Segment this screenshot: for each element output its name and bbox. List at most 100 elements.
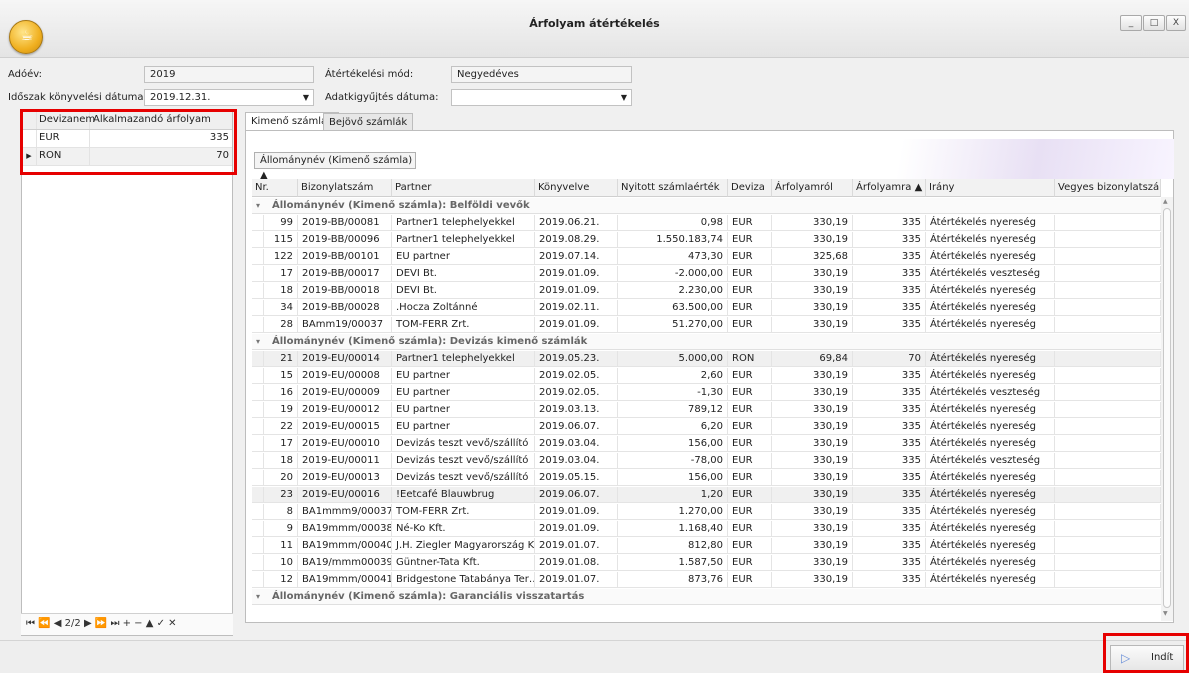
period-date-dropdown[interactable]: 2019.12.31. ▼ xyxy=(144,89,314,106)
table-cell: Partner1 telephelyekkel xyxy=(392,215,535,231)
group-title: Állománynév (Kimenő számla): Garanciális… xyxy=(272,591,585,602)
table-cell xyxy=(1055,470,1161,486)
table-cell: EU partner xyxy=(392,249,535,265)
table-cell: Átértékelés nyereség xyxy=(926,402,1055,418)
table-row[interactable]: 21 2019-EU/00014 Partner1 telephelyekkel 20… xyxy=(252,351,1161,367)
table-cell xyxy=(1055,351,1161,367)
table-cell: DEVI Bt. xyxy=(392,283,535,299)
row-indicator xyxy=(252,538,264,554)
column-header[interactable]: Irány xyxy=(926,179,1055,197)
grid-navigator[interactable]: ⏮ ⏪ ◀ 2/2 ▶ ⏩ ⏭ + − ▲ ✓ ✕ xyxy=(21,613,233,635)
row-indicator xyxy=(252,283,264,299)
table-cell: Átértékelés nyereség xyxy=(926,232,1055,248)
table-row[interactable]: 9 BA19mmm/00038 Né-Ko Kft. 2019.01.09. 1.168… xyxy=(252,521,1161,537)
table-cell: 330,19 xyxy=(772,419,853,435)
table-cell: 335 xyxy=(853,249,926,265)
table-cell: 2019.07.14. xyxy=(535,249,618,265)
group-row[interactable]: ▾ Állománynév (Kimenő számla): Garanciáli… xyxy=(252,589,1161,605)
table-row[interactable]: 10 BA19/mmm00039 Güntner-Tata Kft. 2019.01.… xyxy=(252,555,1161,571)
table-row[interactable]: 122 2019-BB/00101 EU partner 2019.07.14. 473… xyxy=(252,249,1161,265)
minimize-button[interactable]: _ xyxy=(1120,15,1142,31)
table-cell: Átértékelés nyereség xyxy=(926,300,1055,316)
table-cell xyxy=(1055,385,1161,401)
table-cell: 2019-EU/00011 xyxy=(298,453,392,469)
tab-incoming[interactable]: Bejövő számlák xyxy=(323,113,414,131)
table-cell: 335 xyxy=(853,266,926,282)
table-row[interactable]: 8 BA1mmm9/00037 TOM-FERR Zrt. 2019.01.09. 1.… xyxy=(252,504,1161,520)
table-row[interactable]: 17 2019-EU/00010 Devizás teszt vevő/szállí… xyxy=(252,436,1161,452)
table-cell: BA19mmm/00038 xyxy=(298,521,392,537)
row-indicator xyxy=(252,572,264,588)
table-cell: 156,00 xyxy=(618,436,728,452)
table-cell: 99 xyxy=(264,215,298,231)
table-cell: 335 xyxy=(853,215,926,231)
year-field[interactable]: 2019 xyxy=(144,66,314,83)
table-row[interactable]: 17 2019-BB/00017 DEVI Bt. 2019.01.09. -2.000… xyxy=(252,266,1161,282)
table-row[interactable]: 11 BA19mmm/00040 J.H. Ziegler Magyarország… xyxy=(252,538,1161,554)
table-cell: Güntner-Tata Kft. xyxy=(392,555,535,571)
table-cell: 473,30 xyxy=(618,249,728,265)
close-button[interactable]: X xyxy=(1166,15,1186,31)
scroll-up-icon[interactable]: ▲ xyxy=(1163,198,1168,205)
table-row[interactable]: 18 2019-EU/00011 Devizás teszt vevő/szállí… xyxy=(252,453,1161,469)
table-cell: 812,80 xyxy=(618,538,728,554)
table-cell: 28 xyxy=(264,317,298,333)
table-cell: 330,19 xyxy=(772,317,853,333)
column-header[interactable]: Nr. xyxy=(252,179,298,197)
table-cell: Partner1 telephelyekkel xyxy=(392,351,535,367)
table-cell: 1.587,50 xyxy=(618,555,728,571)
table-row[interactable]: 28 BAmm19/00037 TOM-FERR Zrt. 2019.01.09. 51… xyxy=(252,317,1161,333)
column-header[interactable]: Árfolyamról xyxy=(772,179,853,197)
column-header[interactable]: Nyitott számlaérték xyxy=(618,179,728,197)
table-cell xyxy=(1055,538,1161,554)
table-cell: 2019-BB/00096 xyxy=(298,232,392,248)
group-by-chip[interactable]: Állománynév (Kimenő számla) ▲ xyxy=(254,152,416,181)
table-row[interactable]: 23 2019-EU/00016 !Eetcafé Blauwbrug 2019.06… xyxy=(252,487,1161,503)
table-row[interactable]: 16 2019-EU/00009 EU partner 2019.02.05. -1,3… xyxy=(252,385,1161,401)
table-cell: 34 xyxy=(264,300,298,316)
row-indicator xyxy=(252,300,264,316)
table-row[interactable]: 115 2019-BB/00096 Partner1 telephelyekkel 2… xyxy=(252,232,1161,248)
column-header[interactable]: Árfolyamra ▲ xyxy=(853,179,926,197)
column-header[interactable]: Könyvelve xyxy=(535,179,618,197)
table-row[interactable]: 19 2019-EU/00012 EU partner 2019.03.13. 789,… xyxy=(252,402,1161,418)
table-cell: 17 xyxy=(264,266,298,282)
table-cell: 51.270,00 xyxy=(618,317,728,333)
column-header[interactable]: Deviza xyxy=(728,179,772,197)
group-row[interactable]: ▾ Állománynév (Kimenő számla): Devizás ki… xyxy=(252,334,1161,350)
table-cell: 2019-EU/00012 xyxy=(298,402,392,418)
table-cell: 330,19 xyxy=(772,283,853,299)
table-cell: 330,19 xyxy=(772,538,853,554)
table-cell: BA1mmm9/00037 xyxy=(298,504,392,520)
chevron-down-icon[interactable]: ▾ xyxy=(256,198,260,213)
table-cell: 330,19 xyxy=(772,368,853,384)
table-row[interactable]: 99 2019-BB/00081 Partner1 telephelyekkel 20… xyxy=(252,215,1161,231)
table-row[interactable]: 20 2019-EU/00013 Devizás teszt vevő/szállí… xyxy=(252,470,1161,486)
table-cell: Devizás teszt vevő/szállító xyxy=(392,436,535,452)
table-cell: Né-Ko Kft. xyxy=(392,521,535,537)
table-cell: 2.230,00 xyxy=(618,283,728,299)
table-cell: Átértékelés nyereség xyxy=(926,504,1055,520)
mode-field[interactable]: Negyedéves xyxy=(451,66,632,83)
table-cell: 335 xyxy=(853,572,926,588)
table-row[interactable]: 34 2019-BB/00028 .Hocza Zoltánné 2019.02.11… xyxy=(252,300,1161,316)
table-row[interactable]: 15 2019-EU/00008 EU partner 2019.02.05. 2,60… xyxy=(252,368,1161,384)
scroll-down-icon[interactable]: ▼ xyxy=(1163,610,1168,617)
scrollbar-thumb[interactable] xyxy=(1163,208,1171,608)
chevron-down-icon[interactable]: ▾ xyxy=(256,334,260,349)
table-row[interactable]: 18 2019-BB/00018 DEVI Bt. 2019.01.09. 2.230,… xyxy=(252,283,1161,299)
table-cell: BA19mmm/00041 xyxy=(298,572,392,588)
group-row[interactable]: ▾ Állománynév (Kimenő számla): Belföldi v… xyxy=(252,198,1161,214)
collect-date-dropdown[interactable]: ▼ xyxy=(451,89,632,106)
column-header[interactable]: Bizonylatszám xyxy=(298,179,392,197)
column-header[interactable]: Vegyes bizonylatszám xyxy=(1055,179,1161,197)
column-header[interactable]: Partner xyxy=(392,179,535,197)
maximize-button[interactable]: □ xyxy=(1143,15,1165,31)
table-row[interactable]: 12 BA19mmm/00041 Bridgestone Tatabánya Ter… xyxy=(252,572,1161,588)
table-cell: Devizás teszt vevő/szállító xyxy=(392,453,535,469)
table-cell: EUR xyxy=(728,215,772,231)
table-cell: Átértékelés nyereség xyxy=(926,317,1055,333)
table-cell: 335 xyxy=(853,317,926,333)
chevron-down-icon[interactable]: ▾ xyxy=(256,589,260,604)
table-row[interactable]: 22 2019-EU/00015 EU partner 2019.06.07. 6,20… xyxy=(252,419,1161,435)
